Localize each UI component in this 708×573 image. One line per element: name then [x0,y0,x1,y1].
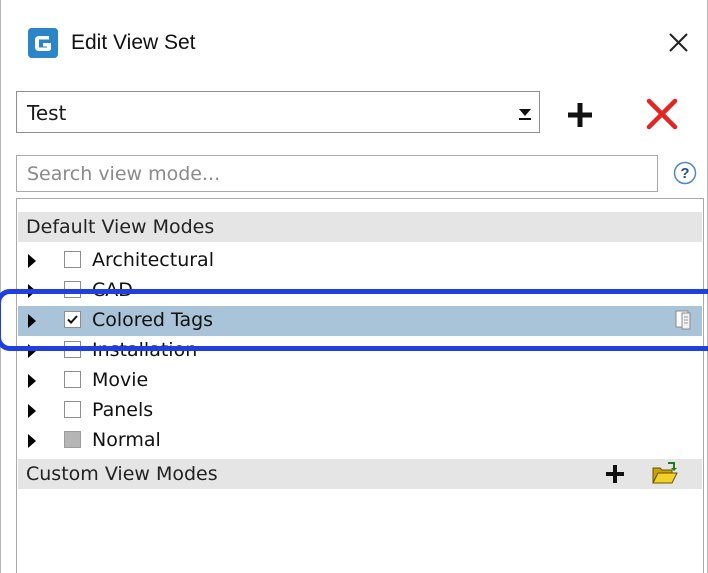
help-icon: ? [673,161,697,185]
list-item-cad[interactable]: CAD [18,276,702,306]
expand-arrow-icon[interactable] [27,432,37,450]
list-item-label: Movie [92,369,149,391]
chevron-down-icon [519,109,531,120]
add-custom-view-mode-button[interactable] [601,460,629,488]
close-icon [669,33,688,52]
add-view-set-button[interactable] [560,95,600,135]
edit-view-set-dialog: Edit View Set Test Search view mode... ?… [0,0,708,573]
expand-arrow-icon[interactable] [27,282,37,300]
checkmark-icon [67,315,78,324]
list-item-installation[interactable]: Installation [18,336,702,366]
expand-arrow-icon[interactable] [27,252,37,270]
checkbox-movie[interactable] [64,371,81,388]
checkbox-cad[interactable] [64,281,81,298]
checkbox-panels[interactable] [64,401,81,418]
checkbox-colored-tags[interactable] [64,311,81,328]
list-item-architectural[interactable]: Architectural [18,246,702,276]
close-button[interactable] [664,26,694,58]
list-item-label: Colored Tags [92,309,214,331]
help-button[interactable]: ? [673,161,697,185]
dropdown-arrow-button[interactable] [512,94,537,130]
expand-arrow-icon[interactable] [27,342,37,360]
expand-arrow-icon[interactable] [27,372,37,390]
checkbox-installation[interactable] [64,341,81,358]
list-item-label: CAD [92,279,133,301]
open-folder-icon [652,462,678,484]
list-item-panels[interactable]: Panels [18,396,702,426]
list-item-label: Normal [92,429,161,451]
list-item-label: Installation [92,339,198,361]
open-custom-view-mode-button[interactable] [651,461,679,487]
plus-icon [568,103,592,127]
list-item-colored-tags[interactable]: Colored Tags [18,306,702,336]
list-item-normal[interactable]: Normal [18,426,702,456]
default-view-modes-title: Default View Modes [26,216,215,238]
list-item-movie[interactable]: Movie [18,366,702,396]
view-set-dropdown[interactable]: Test [16,91,540,133]
app-logo-icon [28,28,58,58]
default-view-modes-header: Default View Modes [18,212,702,242]
view-set-selected-value: Test [27,101,67,125]
title-bar: Edit View Set [0,0,708,86]
svg-text:?: ? [680,165,689,182]
expand-arrow-icon[interactable] [27,312,37,330]
list-item-label: Architectural [92,249,214,271]
red-x-icon [646,98,678,130]
custom-view-modes-header: Custom View Modes [18,459,702,489]
search-view-mode-input[interactable] [17,156,647,191]
delete-view-set-button[interactable] [640,92,684,136]
expand-arrow-icon[interactable] [27,402,37,420]
list-item-label: Panels [92,399,154,421]
view-modes-list: Default View Modes Architectural CAD Col… [16,198,704,573]
search-box [16,155,658,192]
edit-properties-button[interactable] [673,309,693,331]
checkbox-normal[interactable] [64,431,81,448]
custom-view-modes-title: Custom View Modes [26,463,218,485]
checkbox-architectural[interactable] [64,251,81,268]
plus-icon [606,465,624,483]
dialog-title: Edit View Set [71,31,196,54]
document-properties-icon [675,310,691,330]
